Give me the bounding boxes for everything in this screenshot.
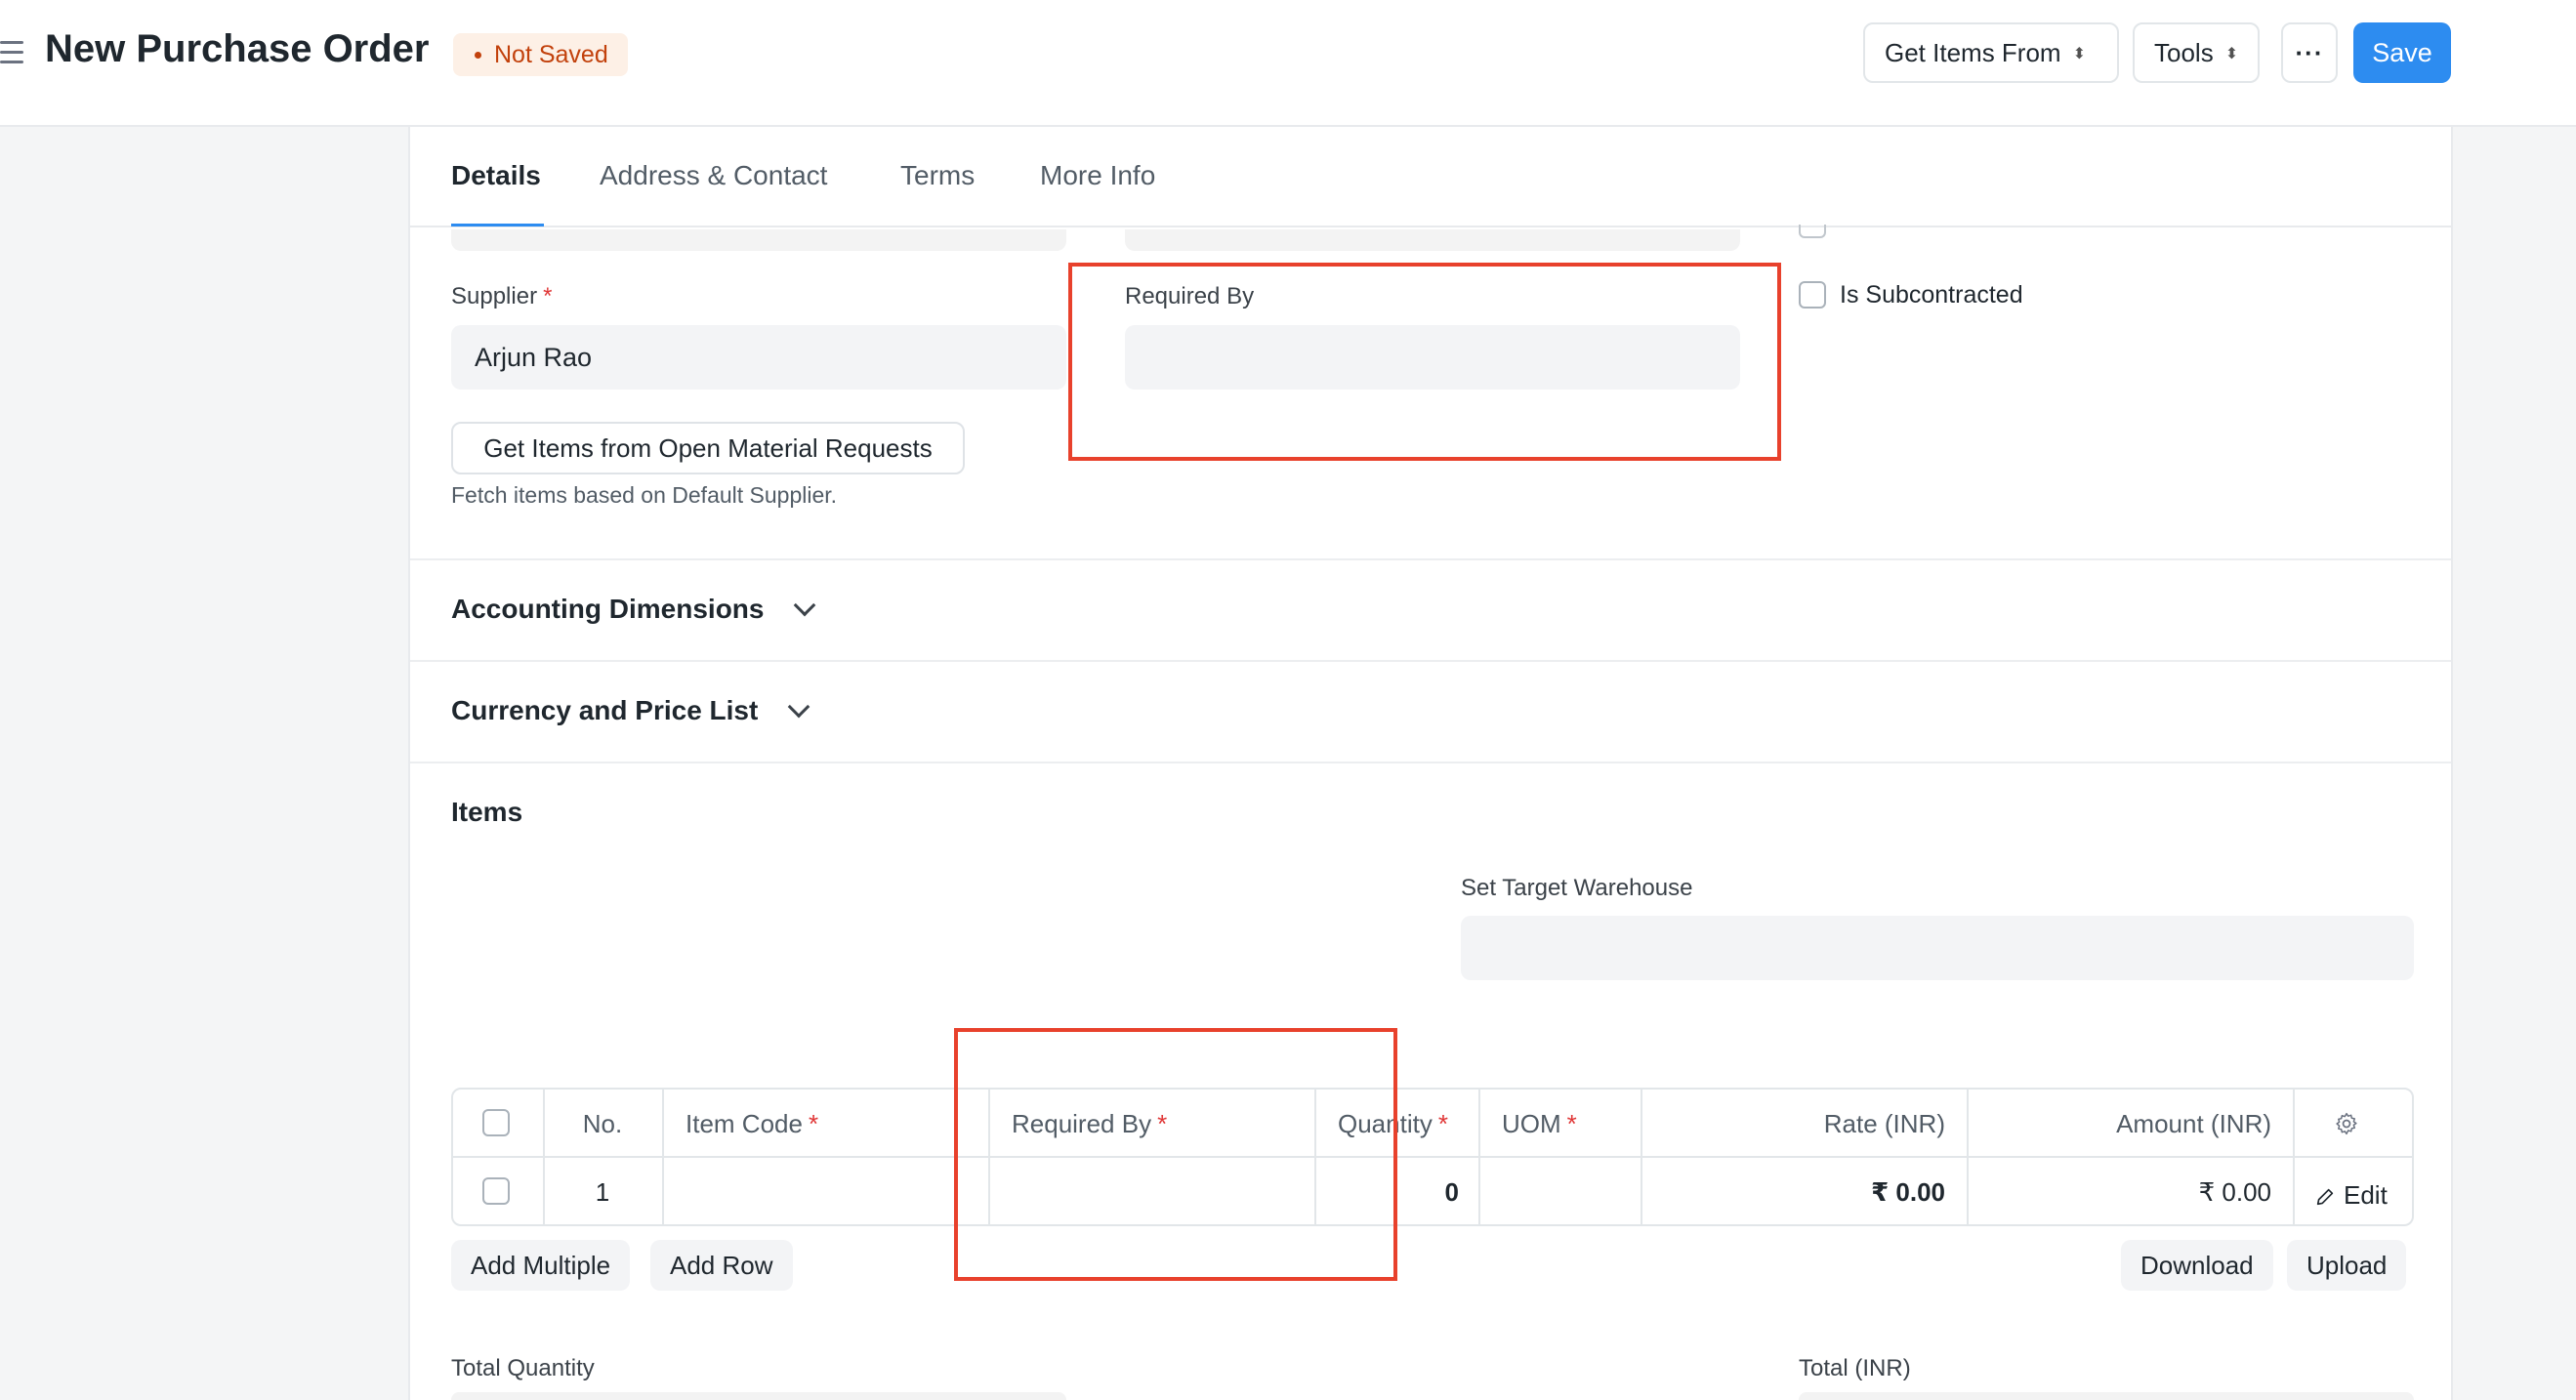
sort-chevron-icon: ⬍ (2224, 46, 2239, 63)
total-inr-field (1799, 1392, 2414, 1400)
tab-terms[interactable]: Terms (900, 160, 975, 191)
section-divider (410, 558, 2451, 560)
section-divider (410, 660, 2451, 662)
table-row[interactable]: 1 0 ₹ 0.00 ₹ 0.00 Edit (453, 1158, 2412, 1226)
supplier-label: Supplier * (451, 283, 553, 309)
help-text: Fetch items based on Default Supplier. (451, 482, 838, 508)
total-inr-label: Total (INR) (1799, 1355, 1911, 1381)
add-multiple-button[interactable]: Add Multiple (451, 1240, 631, 1291)
column-item-code: Item Code * (686, 1109, 819, 1138)
add-row-button[interactable]: Add Row (650, 1240, 793, 1291)
edit-label: Edit (2344, 1180, 2388, 1210)
row-item-code[interactable] (686, 1158, 978, 1226)
row-uom[interactable] (1502, 1158, 1629, 1226)
row-rate[interactable]: ₹ 0.00 (1641, 1158, 1945, 1226)
get-items-from-button[interactable]: Get Items From ⬍ (1863, 22, 2119, 83)
upload-button[interactable]: Upload (2287, 1240, 2407, 1291)
chevron-down-icon[interactable] (793, 594, 816, 617)
active-tab-indicator (451, 224, 544, 226)
tab-details[interactable]: Details (451, 160, 541, 191)
total-quantity-label: Total Quantity (451, 1355, 595, 1381)
page-title: New Purchase Order (45, 27, 430, 70)
highlight-required-by-column (954, 1028, 1397, 1281)
column-uom: UOM * (1502, 1109, 1577, 1138)
section-items: Items (451, 797, 523, 827)
supplier-input[interactable]: Arjun Rao (451, 325, 1066, 390)
row-edit-button[interactable]: Edit (2314, 1158, 2388, 1226)
save-button[interactable]: Save (2353, 22, 2451, 83)
scrolled-checkbox (1799, 225, 1826, 238)
tab-bar: Details Address & Contact Terms More Inf… (410, 127, 2451, 227)
is-subcontracted-label: Is Subcontracted (1840, 281, 2023, 309)
tools-label: Tools (2154, 38, 2214, 67)
row-no: 1 (595, 1177, 610, 1207)
page-header: New Purchase Order Not Saved Get Items F… (0, 0, 2576, 127)
total-quantity-field (451, 1392, 1066, 1400)
is-subcontracted-checkbox[interactable] (1799, 281, 1826, 309)
select-all-checkbox[interactable] (482, 1109, 510, 1136)
chevron-down-icon[interactable] (787, 695, 810, 719)
column-no: No. (582, 1109, 623, 1138)
download-button[interactable]: Download (2121, 1240, 2273, 1291)
pencil-icon (2316, 1188, 2334, 1206)
gear-icon[interactable] (2334, 1111, 2359, 1136)
tab-more-info[interactable]: More Info (1040, 160, 1155, 191)
tools-button[interactable]: Tools ⬍ (2133, 22, 2261, 83)
section-currency-price-list[interactable]: Currency and Price List (451, 695, 758, 726)
table-header-row: No. Item Code * Required By * Quantity * UO… (453, 1090, 2412, 1158)
more-options-button[interactable]: ··· (2281, 22, 2338, 83)
row-amount: ₹ 0.00 (2198, 1177, 2271, 1207)
section-accounting-dimensions[interactable]: Accounting Dimensions (451, 594, 764, 625)
highlight-required-by-field (1068, 263, 1781, 461)
get-items-from-label: Get Items From (1885, 38, 2061, 67)
status-badge: Not Saved (453, 33, 628, 76)
get-items-open-material-requests-button[interactable]: Get Items from Open Material Requests (451, 422, 965, 474)
items-table: No. Item Code * Required By * Quantity * UO… (451, 1088, 2414, 1226)
section-divider (410, 762, 2451, 763)
menu-icon[interactable] (0, 41, 23, 66)
column-rate: Rate (INR) (1823, 1109, 1945, 1138)
column-amount: Amount (INR) (2116, 1109, 2271, 1138)
set-target-warehouse-label: Set Target Warehouse (1461, 875, 1693, 901)
set-target-warehouse-input[interactable] (1461, 916, 2414, 980)
scrolled-field (451, 229, 1066, 251)
tab-address-contact[interactable]: Address & Contact (600, 160, 827, 191)
scrolled-field (1125, 229, 1740, 251)
sort-chevron-icon: ⬍ (2072, 46, 2086, 63)
row-checkbox[interactable] (482, 1177, 510, 1205)
